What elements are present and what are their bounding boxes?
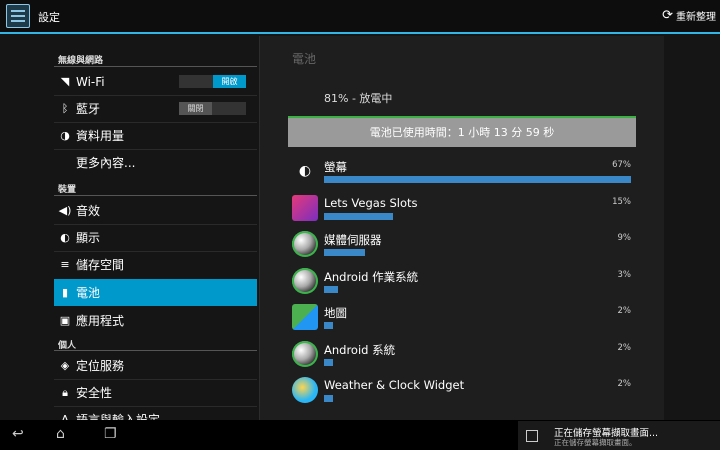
sidebar-item-more[interactable]: 更多內容... [54, 149, 257, 176]
refresh-button[interactable]: ⟳ 重新整理 [662, 7, 716, 24]
usage-name: Weather & Clock Widget [324, 378, 465, 392]
usage-bar [324, 176, 631, 183]
sidebar-item-storage[interactable]: ≡ 儲存空間 [54, 251, 257, 278]
usage-bar [324, 358, 333, 366]
home-icon[interactable]: ⌂ [56, 426, 65, 442]
usage-bar-track [324, 358, 631, 367]
sidebar-item-data-usage[interactable]: ◑ 資料用量 [54, 122, 257, 149]
brightness-icon: ◐ [292, 158, 318, 184]
screenshot-notification[interactable]: 正在儲存螢幕擷取畫面... 正在儲存螢幕擷取畫面。 [518, 421, 720, 450]
sidebar-item-label: 定位服務 [76, 359, 125, 373]
android-system-icon [292, 231, 318, 257]
sidebar-item-label: 音效 [76, 204, 101, 218]
sidebar-item-apps[interactable]: ▣ 應用程式 [54, 307, 257, 334]
settings-sidebar: 無線與網路 ◥ Wi-Fi 開啟 ᛒ 藍牙 關閉 ◑ 資料用量 更多內容... [54, 34, 257, 427]
sidebar-item-label: 更多內容... [76, 156, 136, 170]
sidebar-item-display[interactable]: ◐ 顯示 [54, 224, 257, 251]
sidebar-item-label: 資料用量 [76, 129, 125, 143]
notification-text: 正在儲存螢幕擷取畫面。 [554, 438, 637, 447]
maps-icon [292, 304, 318, 330]
page-title: 設定 [38, 11, 60, 24]
android-system-icon [292, 340, 318, 367]
usage-name: Android 系統 [324, 342, 396, 357]
storage-icon: ≡ [60, 258, 70, 271]
sidebar-item-battery[interactable]: ▮ 電池 [54, 279, 257, 306]
content-area: 無線與網路 ◥ Wi-Fi 開啟 ᛒ 藍牙 關閉 ◑ 資料用量 更多內容... [0, 34, 720, 427]
lock-icon: 🔒︎ [62, 385, 68, 399]
usage-percent: 2% [617, 342, 632, 353]
usage-row[interactable]: Android 系統 2% [288, 337, 633, 371]
sidebar-item-label: Wi-Fi [76, 74, 105, 89]
recent-apps-icon[interactable]: ❐ [104, 426, 117, 442]
usage-percent: 3% [617, 269, 632, 280]
apps-icon: ▣ [59, 314, 71, 327]
usage-name: Lets Vegas Slots [324, 195, 418, 210]
usage-percent: 67% [612, 160, 631, 170]
section-device: 裝置 [58, 185, 77, 195]
sidebar-item-location[interactable]: ◈ 定位服務 [54, 352, 257, 379]
usage-row[interactable]: 媒體伺服器 9% [288, 227, 633, 261]
usage-row[interactable]: Lets Vegas Slots 15% [288, 191, 633, 225]
battery-panel: 電池 81% - 放電中 電池已使用時間：1 小時 13 分 59 秒 ◐ 螢幕 6… [259, 36, 664, 420]
usage-bar-track [324, 322, 631, 330]
usage-bar [324, 322, 333, 329]
data-usage-icon: ◑ [60, 129, 70, 142]
usage-row[interactable]: ◐ 螢幕 67% [288, 154, 633, 188]
bluetooth-toggle[interactable]: 關閉 [179, 102, 246, 115]
usage-bar-track [324, 212, 631, 221]
battery-history-graph[interactable]: 電池已使用時間：1 小時 13 分 59 秒 [288, 116, 636, 147]
usage-percent: 2% [617, 306, 632, 316]
usage-name: Android 作業系統 [324, 269, 419, 284]
image-icon [526, 430, 538, 442]
usage-bar-track [324, 285, 631, 294]
sidebar-item-label: 應用程式 [76, 314, 125, 328]
sidebar-item-bluetooth[interactable]: ᛒ 藍牙 關閉 [54, 95, 257, 122]
toggle-off-label: 關閉 [179, 102, 212, 115]
usage-bar [324, 249, 365, 256]
panel-title: 電池 [292, 52, 317, 66]
action-bar: 設定 ⟳ 重新整理 [0, 0, 720, 32]
battery-icon: ▮ [61, 286, 69, 299]
sidebar-item-wifi[interactable]: ◥ Wi-Fi 開啟 [54, 68, 257, 95]
settings-app-icon[interactable] [6, 4, 30, 28]
toggle-on-label: 開啟 [213, 75, 246, 88]
wifi-icon: ◥ [60, 75, 70, 88]
wifi-toggle[interactable]: 開啟 [179, 75, 246, 88]
usage-name: 媒體伺服器 [324, 233, 382, 247]
usage-row[interactable]: Weather & Clock Widget 2% [288, 373, 633, 407]
sidebar-item-label: 顯示 [76, 231, 101, 245]
usage-bar-track [324, 249, 631, 257]
refresh-label: 重新整理 [676, 12, 716, 23]
usage-bar-track [324, 395, 631, 403]
sidebar-item-label: 安全性 [76, 386, 113, 400]
sidebar-item-label: 儲存空間 [76, 258, 125, 272]
sidebar-item-security[interactable]: 🔒︎ 安全性 [54, 379, 257, 406]
usage-percent: 15% [612, 196, 631, 207]
sidebar-item-label: 電池 [76, 286, 101, 300]
bluetooth-icon: ᛒ [61, 102, 69, 115]
usage-name: 螢幕 [324, 160, 347, 174]
usage-name: 地圖 [324, 306, 347, 320]
usage-bar [324, 395, 333, 402]
refresh-icon: ⟳ [662, 7, 673, 23]
usage-bar-track [324, 176, 631, 184]
section-wireless: 無線與網路 [58, 56, 104, 66]
battery-status: 81% - 放電中 [324, 92, 393, 105]
sidebar-item-label: 藍牙 [76, 102, 101, 116]
brightness-icon: ◐ [60, 231, 70, 244]
usage-bar [324, 285, 338, 293]
speaker-icon: ◀) [58, 204, 72, 217]
sidebar-item-sound[interactable]: ◀) 音效 [54, 197, 257, 224]
android-system-icon [292, 267, 318, 294]
usage-bar [324, 212, 393, 220]
battery-time-label: 電池已使用時間：1 小時 13 分 59 秒 [369, 126, 555, 139]
slots-app-icon [292, 194, 318, 221]
usage-percent: 9% [617, 233, 632, 243]
back-icon[interactable]: ↩ [12, 426, 24, 442]
usage-row[interactable]: 地圖 2% [288, 300, 633, 334]
usage-row[interactable]: Android 作業系統 3% [288, 264, 633, 298]
location-icon: ◈ [60, 359, 70, 372]
usage-percent: 2% [617, 379, 632, 389]
weather-icon [292, 377, 318, 403]
